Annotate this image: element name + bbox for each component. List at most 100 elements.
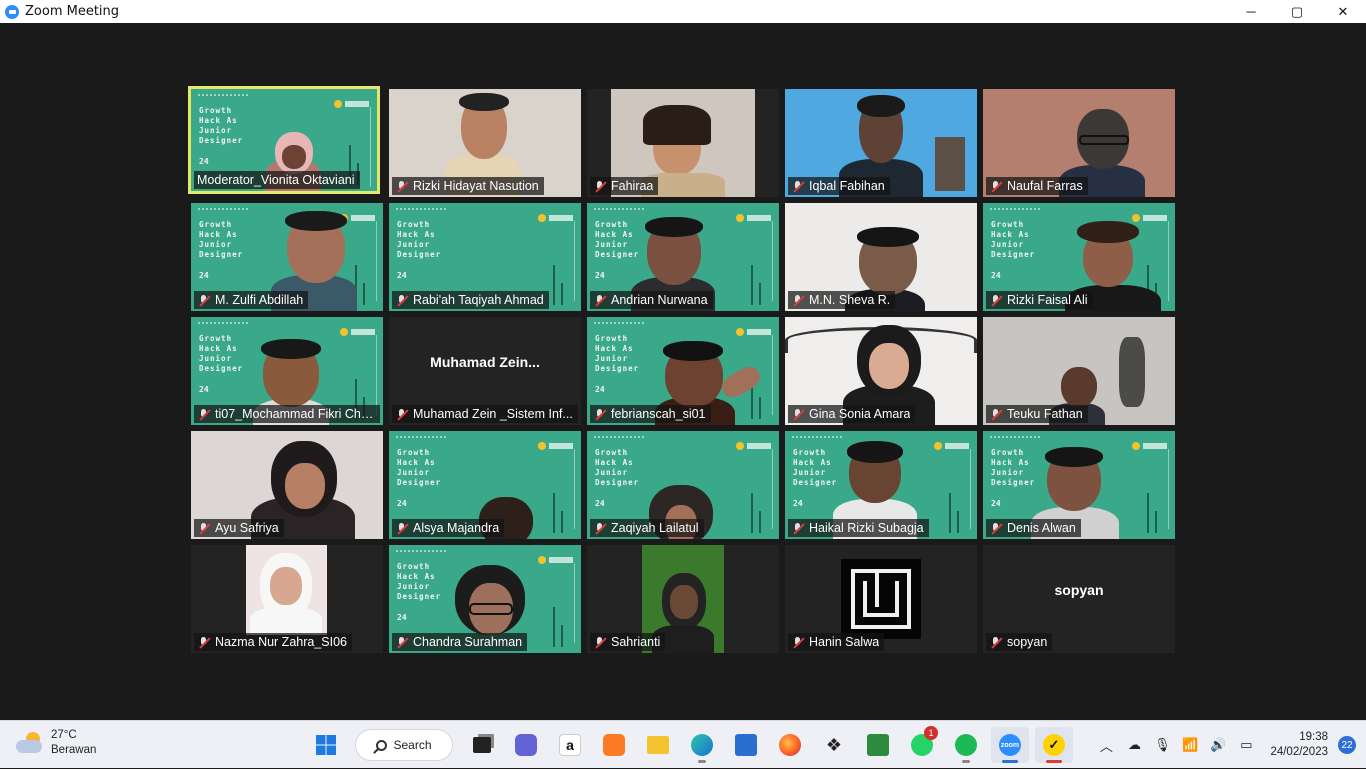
edge-icon [691, 734, 713, 756]
participant-name: sopyan [1007, 635, 1048, 649]
participant-name: Andrian Nurwana [611, 293, 708, 307]
participant-name-bar: Alsya Majandra [392, 519, 505, 537]
mic-muted-icon [197, 636, 211, 649]
firefox-icon [779, 734, 801, 756]
participant-name-bar: Sahrianti [590, 633, 666, 651]
video-tile[interactable]: Rizki Hidayat Nasution [389, 89, 581, 197]
mic-muted-icon [593, 294, 607, 307]
video-tile[interactable]: Iqbal Fabihan [785, 89, 977, 197]
mic-muted-icon [395, 636, 409, 649]
mic-muted-icon [791, 180, 805, 193]
taskbar-app-amazon[interactable]: a [551, 727, 589, 763]
taskbar-app-store[interactable] [727, 727, 765, 763]
mic-muted-icon [395, 180, 409, 193]
participant-name-bar: M. Zulfi Abdillah [194, 291, 309, 309]
taskbar-app-file-explorer[interactable] [639, 727, 677, 763]
participant-name: Haikal Rizki Subagja [809, 521, 924, 535]
participant-display-name: sopyan [1054, 582, 1104, 598]
taskbar-app-dropbox[interactable]: ❖ [815, 727, 853, 763]
video-tile[interactable]: Muhamad Zein... Muhamad Zein _Sistem Inf… [389, 317, 581, 425]
taskbar-app-whatsapp[interactable]: 1 [903, 726, 941, 763]
video-tile[interactable]: Gina Sonia Amara [785, 317, 977, 425]
participant-name-bar: Rizki Hidayat Nasution [392, 177, 544, 195]
mic-muted-icon [989, 522, 1003, 535]
slide-title: Growth Hack As Junior Designer [595, 220, 640, 259]
participant-name-bar: Rabi'ah Taqiyah Ahmad [392, 291, 549, 309]
taskbar-app-edge[interactable] [683, 727, 721, 763]
video-tile[interactable]: sopyan sopyan [983, 545, 1175, 653]
weather-widget[interactable]: 27°C Berawan [16, 728, 96, 758]
wifi-icon[interactable]: 📶 [1178, 733, 1202, 757]
video-tile[interactable]: Growth Hack As Junior Designer 24 Zaqiyah La… [587, 431, 779, 539]
video-tile[interactable]: Naufal Farras [983, 89, 1175, 197]
video-tile[interactable]: Growth Hack As Junior Designer 24 Rizki Fais… [983, 203, 1175, 311]
notification-count-badge[interactable]: 22 [1338, 736, 1356, 754]
participant-name-bar: sopyan [986, 633, 1053, 651]
taskbar-app-xampp[interactable] [595, 727, 633, 763]
store-icon [735, 734, 757, 756]
video-tile[interactable]: Teuku Fathan [983, 317, 1175, 425]
gallery-view: Growth Hack As Junior Designer 24 Moderator_… [0, 23, 1366, 720]
video-tile[interactable]: Ayu Safriya [191, 431, 383, 539]
participant-name-bar: Muhamad Zein _Sistem Inf... [392, 405, 578, 423]
slide-title: Growth Hack As Junior Designer [991, 448, 1036, 487]
video-tile[interactable]: M.N. Sheva R. [785, 203, 977, 311]
taskbar-app-notes[interactable] [859, 727, 897, 763]
slide-number: 24 [199, 157, 209, 166]
video-tile[interactable]: Growth Hack As Junior Designer 24 febriansca… [587, 317, 779, 425]
mic-muted-icon [593, 522, 607, 535]
microphone-icon[interactable]: 🎙 [1150, 733, 1174, 757]
slide-number: 24 [397, 613, 407, 622]
participant-name-bar: Nazma Nur Zahra_SI06 [194, 633, 353, 651]
maximize-button[interactable]: ▢ [1274, 0, 1320, 23]
slide-number: 24 [397, 499, 407, 508]
participant-name-bar: Ayu Safriya [194, 519, 284, 537]
close-button[interactable]: ✕ [1320, 0, 1366, 23]
video-tile[interactable]: Growth Hack As Junior Designer 24 Chandra Su… [389, 545, 581, 653]
mic-muted-icon [989, 408, 1003, 421]
taskbar-app-norton[interactable]: ✓ [1035, 727, 1073, 763]
spotify-icon [955, 734, 977, 756]
taskbar-app-teams[interactable] [507, 727, 545, 763]
video-tile[interactable]: Growth Hack As Junior Designer 24 Rabi'ah Ta… [389, 203, 581, 311]
video-tile[interactable]: Fahiraa [587, 89, 779, 197]
video-tile[interactable]: Growth Hack As Junior Designer 24 Haikal Riz… [785, 431, 977, 539]
mic-muted-icon [791, 294, 805, 307]
chevron-up-icon[interactable]: ︿ [1094, 733, 1118, 757]
video-tile[interactable]: Growth Hack As Junior Designer 24 Denis Alwa… [983, 431, 1175, 539]
volume-icon[interactable]: 🔊 [1206, 733, 1230, 757]
video-tile[interactable]: Growth Hack As Junior Designer 24 Andrian Nu… [587, 203, 779, 311]
participant-name: Fahiraa [611, 179, 654, 193]
slide-number: 24 [793, 499, 803, 508]
video-tile[interactable]: Growth Hack As Junior Designer 24 M. Zulfi A… [191, 203, 383, 311]
video-tile[interactable]: Growth Hack As Junior Designer 24 ti07_Mocha… [191, 317, 383, 425]
video-tile[interactable]: Hanin Salwa [785, 545, 977, 653]
taskbar-search[interactable]: Search [355, 729, 453, 761]
video-tile[interactable]: Growth Hack As Junior Designer 24 Moderator_… [188, 86, 380, 194]
system-tray: ︿ ☁ 🎙 📶 🔊 ▭ 19:38 24/02/2023 22 [1094, 721, 1366, 769]
start-button[interactable] [307, 727, 345, 763]
video-tile[interactable]: Sahrianti [587, 545, 779, 653]
participant-name-bar: Teuku Fathan [986, 405, 1088, 423]
taskbar-clock[interactable]: 19:38 24/02/2023 [1270, 730, 1328, 760]
minimize-button[interactable]: ─ [1228, 0, 1274, 23]
taskbar-app-spotify[interactable] [947, 727, 985, 763]
onedrive-cloud-icon[interactable]: ☁ [1122, 733, 1146, 757]
participant-name: Zaqiyah Lailatul [611, 521, 699, 535]
video-tile[interactable]: Growth Hack As Junior Designer 24 Alsya Maja… [389, 431, 581, 539]
mic-muted-icon [989, 180, 1003, 193]
participant-name-bar: Zaqiyah Lailatul [590, 519, 704, 537]
mic-muted-icon [395, 408, 409, 421]
amazon-icon: a [559, 734, 581, 756]
participant-name-bar: Rizki Faisal Ali [986, 291, 1093, 309]
participant-name: M.N. Sheva R. [809, 293, 891, 307]
battery-icon[interactable]: ▭ [1234, 733, 1258, 757]
slide-number: 24 [595, 271, 605, 280]
taskbar-app-zoom[interactable]: zoom [991, 727, 1029, 763]
video-tile[interactable]: Nazma Nur Zahra_SI06 [191, 545, 383, 653]
participant-name-bar: Haikal Rizki Subagja [788, 519, 929, 537]
mic-muted-icon [197, 408, 211, 421]
window-titlebar: Zoom Meeting ─ ▢ ✕ [0, 0, 1366, 23]
task-view-button[interactable] [463, 727, 501, 763]
taskbar-app-firefox[interactable] [771, 727, 809, 763]
